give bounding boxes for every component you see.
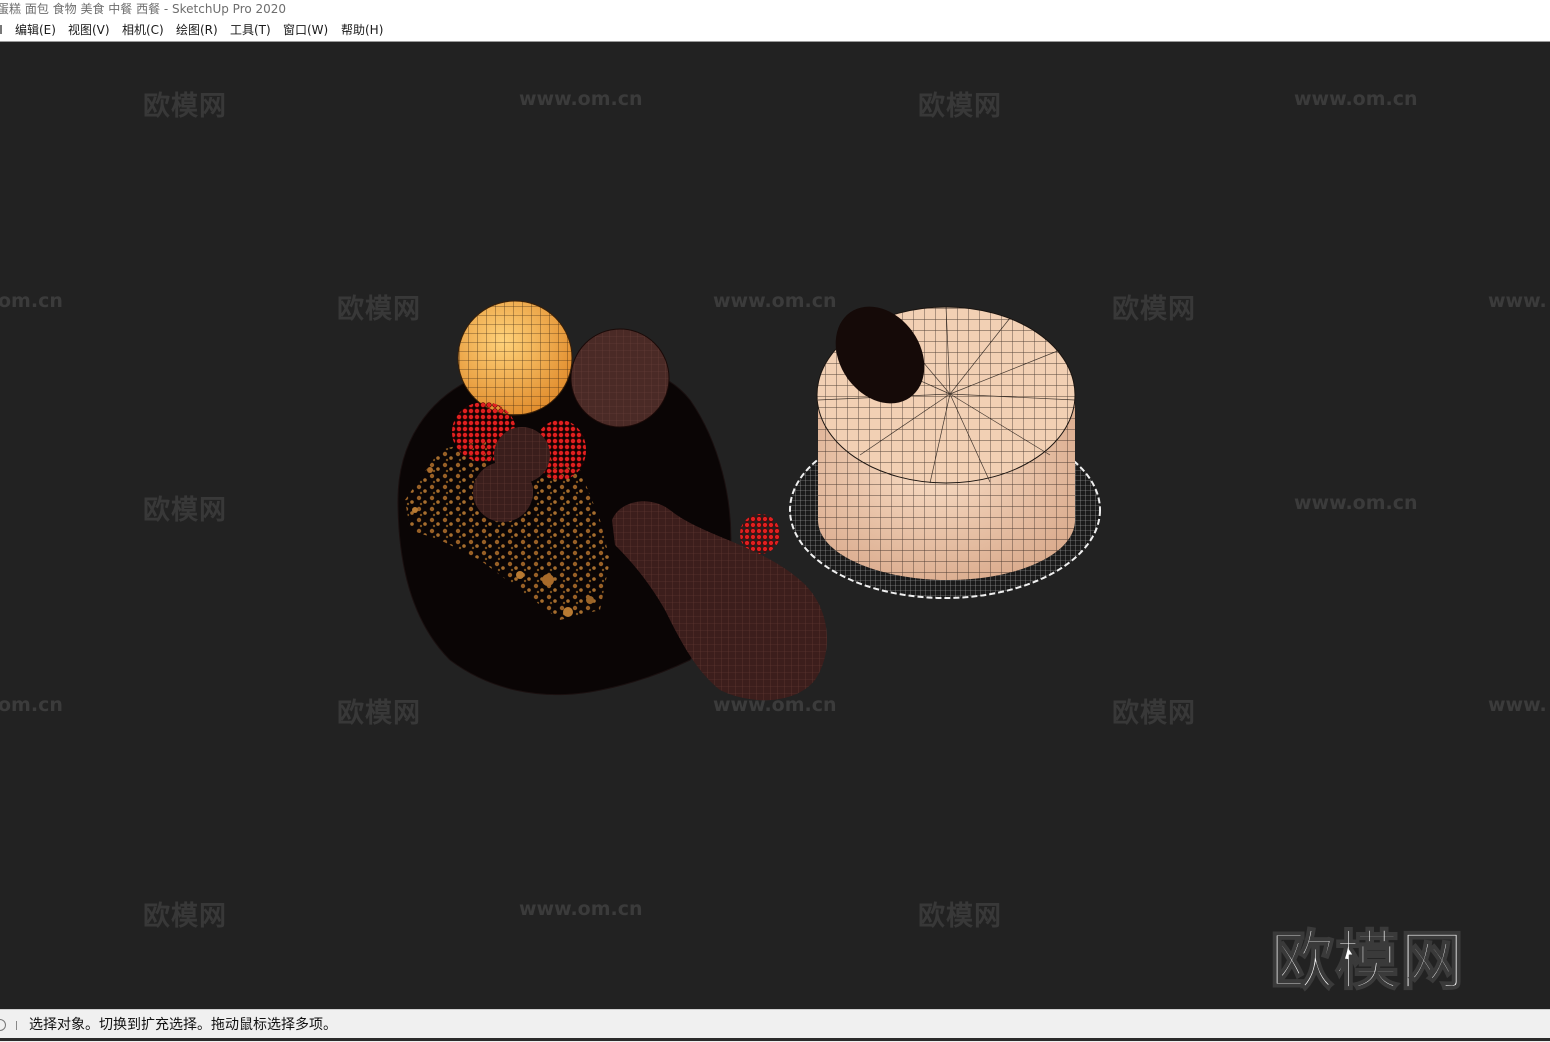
menu-help[interactable]: 帮助(H): [338, 19, 386, 41]
geo-location-icon[interactable]: [0, 1019, 6, 1031]
menu-camera[interactable]: 相机(C): [119, 19, 167, 41]
status-text: 选择对象。切换到扩充选择。拖动鼠标选择多项。: [29, 1017, 337, 1033]
menu-edit[interactable]: 编辑(E): [12, 19, 59, 41]
status-separator: [16, 1021, 17, 1030]
watermark-logo: 欧模网: [1269, 924, 1465, 1000]
menu-bar: 编辑(E) 视图(V) 相机(C) 绘图(R) 工具(T) 窗口(W) 帮助(H…: [0, 19, 1550, 42]
orange-sphere: [457, 300, 573, 416]
menu-draw[interactable]: 绘图(R): [173, 19, 221, 41]
menu-view[interactable]: 视图(V): [65, 19, 113, 41]
model-scene: [397, 300, 1101, 701]
window-title: 蛋糕 面包 食物 美食 中餐 西餐 - SketchUp Pro 2020: [0, 2, 287, 16]
model-viewport[interactable]: 欧模网 www.om.cn 欧模网 www.om.cn om.cn 欧模网 ww…: [0, 42, 1550, 1009]
chocolate-ball: [570, 328, 670, 428]
menu-window[interactable]: 窗口(W): [280, 19, 331, 41]
window-title-bar: 蛋糕 面包 食物 美食 中餐 西餐 - SketchUp Pro 2020: [0, 0, 1550, 19]
menu-tools[interactable]: 工具(T): [227, 19, 274, 41]
menu-file-edge[interactable]: [0, 25, 2, 34]
